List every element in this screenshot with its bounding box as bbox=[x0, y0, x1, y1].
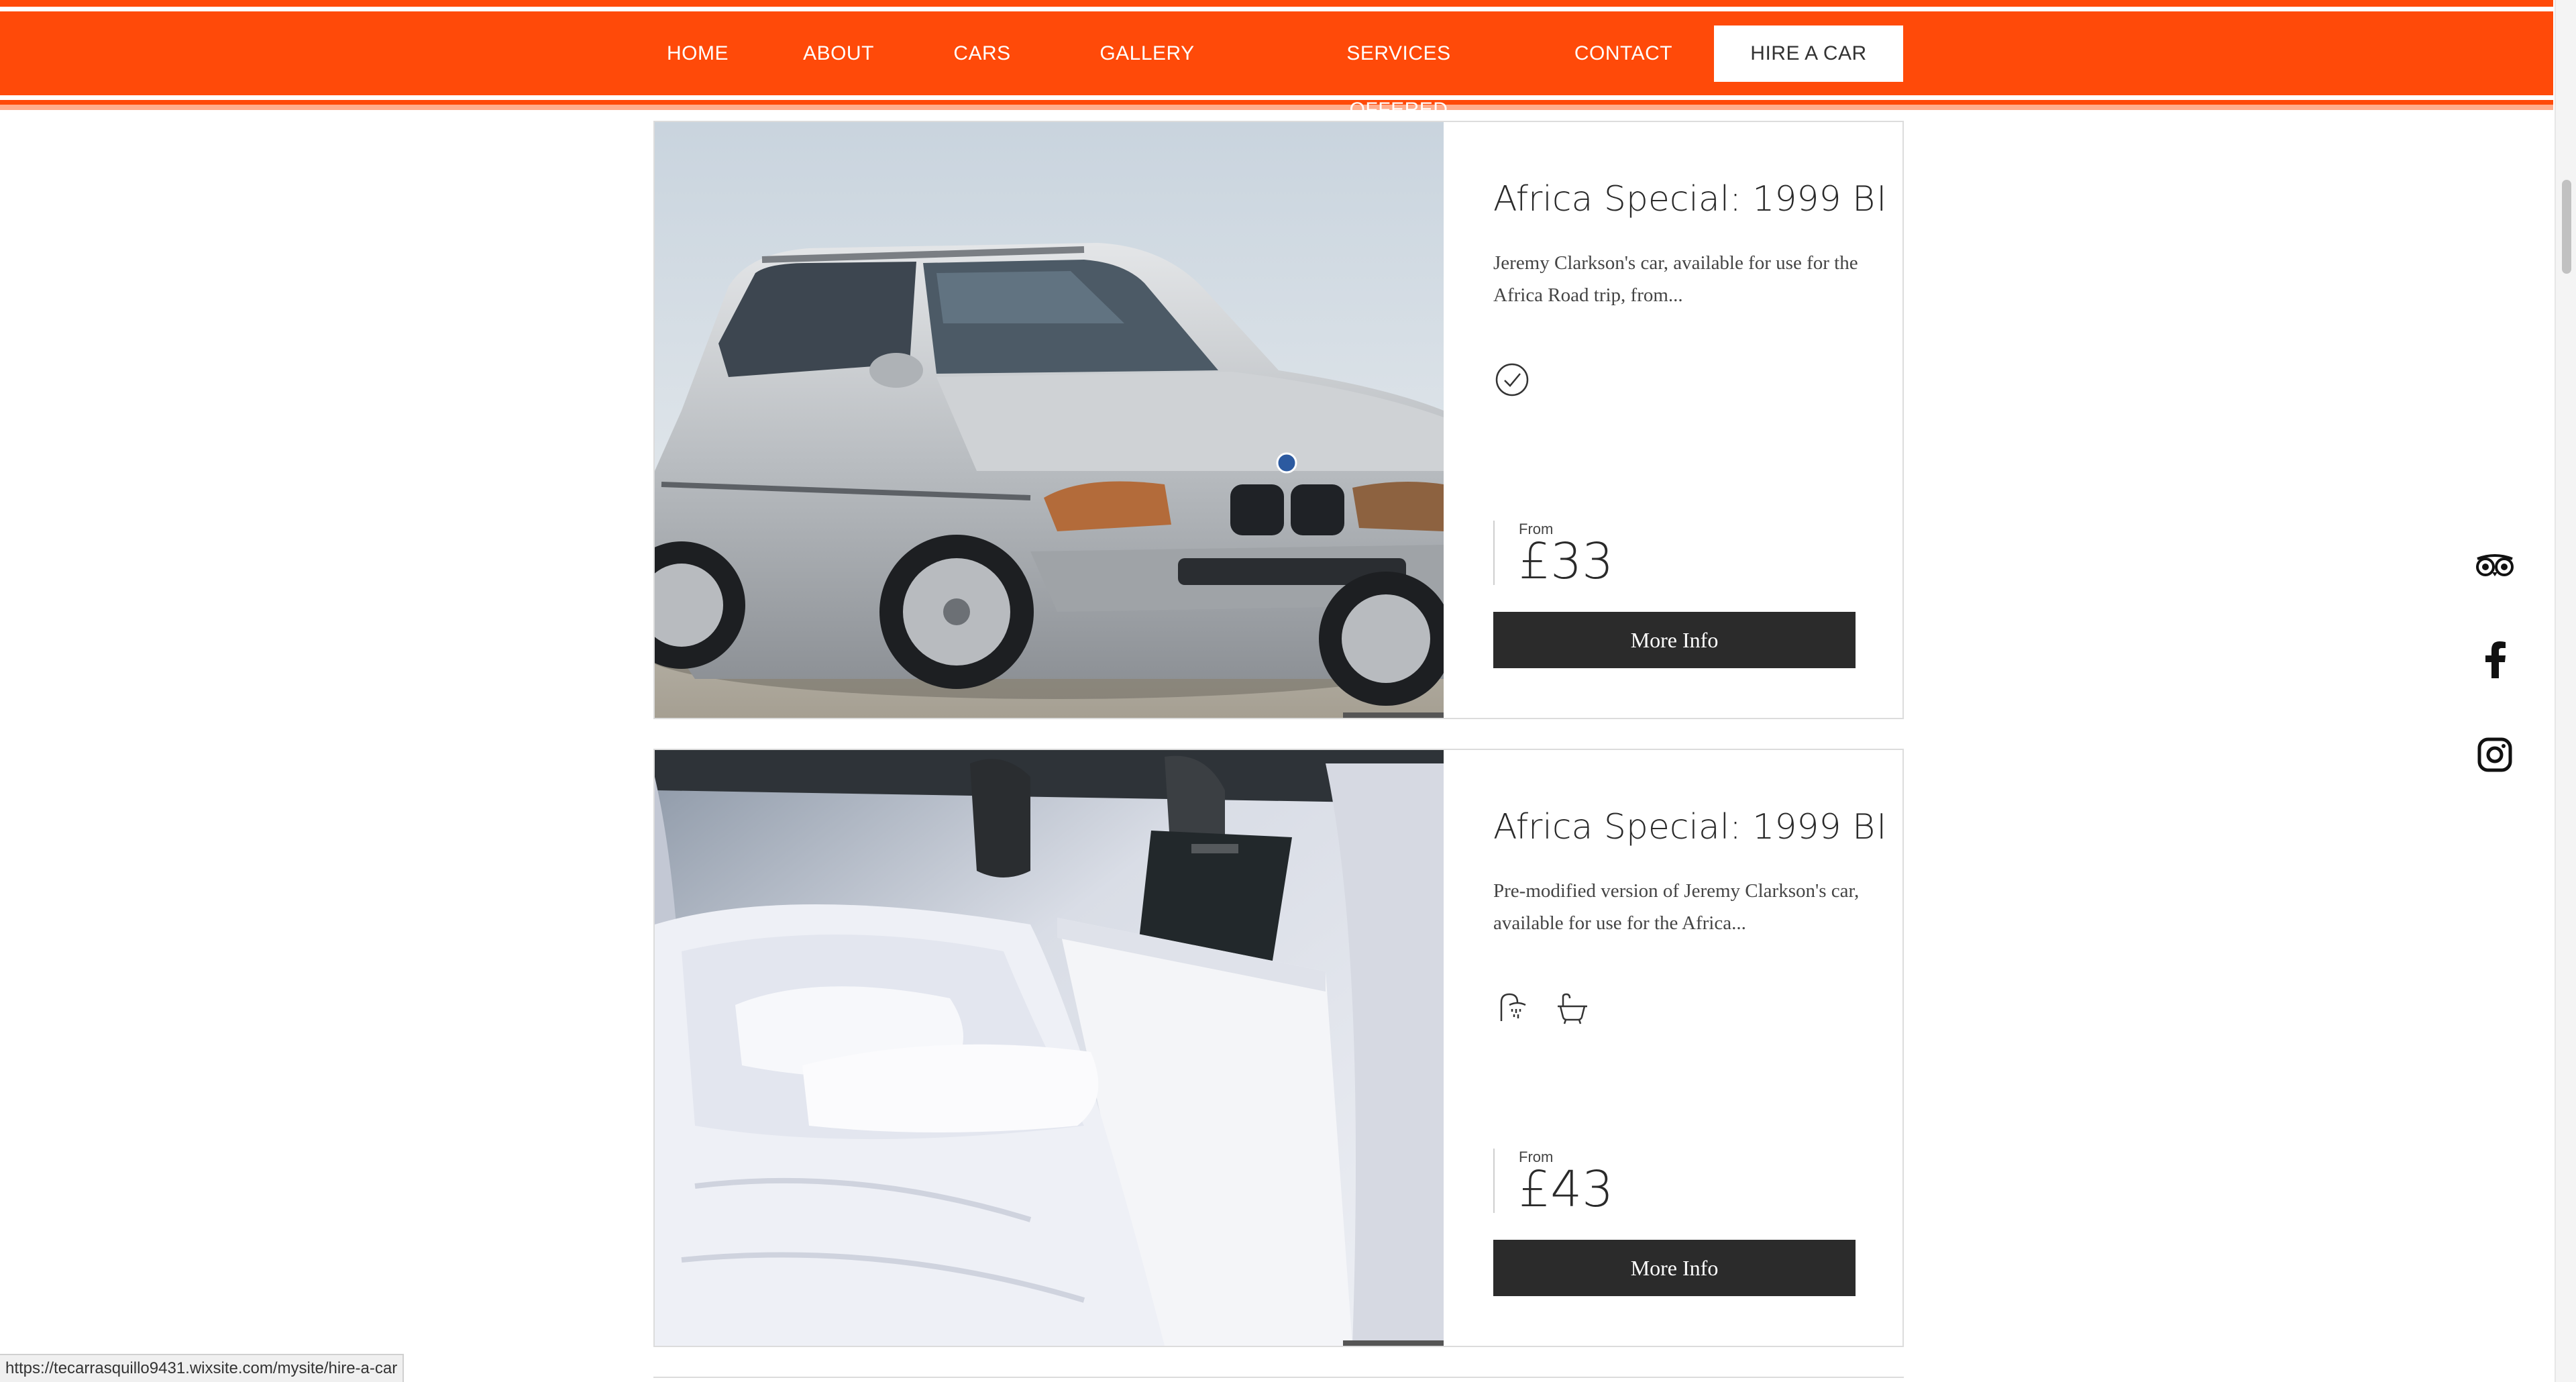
car-card: Africa Special: 1999 BM... Jeremy Clarks… bbox=[653, 121, 1904, 719]
amenity-list bbox=[1493, 361, 1531, 401]
car-card-details: Africa Special: 1999 BM... Pre-modified … bbox=[1444, 750, 1904, 1346]
nav-shadow bbox=[0, 105, 2553, 110]
nav-gallery[interactable]: GALLERY bbox=[1093, 25, 1201, 82]
nav-services-offered[interactable]: SERVICES OFFERED bbox=[1298, 25, 1499, 121]
instagram-icon[interactable] bbox=[2473, 733, 2517, 777]
nav-divider-bottom bbox=[0, 95, 2553, 100]
shower-icon bbox=[1493, 989, 1531, 1026]
nav-about[interactable]: ABOUT bbox=[795, 25, 882, 82]
amenity-list bbox=[1493, 989, 1591, 1029]
car-title[interactable]: Africa Special: 1999 BM... bbox=[1493, 176, 1882, 223]
nav-divider-top bbox=[0, 7, 2553, 11]
car-card: Africa Special: 1999 BM... Pre-modified … bbox=[653, 749, 1904, 1347]
price-value: £33 bbox=[1519, 533, 1614, 590]
price-value: £43 bbox=[1519, 1161, 1614, 1218]
car-image[interactable] bbox=[655, 750, 1444, 1346]
nav-cars[interactable]: CARS bbox=[942, 25, 1022, 82]
more-info-button[interactable]: More Info bbox=[1493, 612, 1856, 668]
car-description: Jeremy Clarkson's car, available for use… bbox=[1493, 252, 1858, 306]
image-carousel-indicator bbox=[1343, 712, 1444, 718]
link-preview-status: https://tecarrasquillo9431.wixsite.com/m… bbox=[0, 1354, 405, 1382]
car-card-details: Africa Special: 1999 BM... Jeremy Clarks… bbox=[1444, 122, 1904, 718]
price-block: From £43 bbox=[1493, 1149, 1614, 1218]
car-image[interactable] bbox=[655, 122, 1444, 718]
site-header: HOME ABOUT CARS GALLERY SERVICES OFFERED… bbox=[0, 0, 2553, 121]
more-info-button[interactable]: More Info bbox=[1493, 1240, 1856, 1296]
car-description: Pre-modified version of Jeremy Clarkson'… bbox=[1493, 880, 1860, 934]
page-scrollbar[interactable] bbox=[2555, 0, 2576, 1382]
main-menu: HOME ABOUT CARS GALLERY SERVICES OFFERED… bbox=[654, 25, 1903, 121]
car-title[interactable]: Africa Special: 1999 BM... bbox=[1493, 804, 1882, 851]
facebook-icon[interactable] bbox=[2473, 637, 2517, 682]
nav-hire-a-car[interactable]: HIRE A CAR bbox=[1714, 25, 1903, 82]
image-carousel-indicator bbox=[1343, 1340, 1444, 1346]
price-block: From £33 bbox=[1493, 521, 1614, 590]
next-car-card-edge bbox=[653, 1377, 1904, 1382]
nav-home[interactable]: HOME bbox=[654, 25, 741, 82]
bathtub-icon bbox=[1554, 989, 1591, 1026]
tripadvisor-icon[interactable] bbox=[2473, 543, 2517, 588]
nav-contact[interactable]: CONTACT bbox=[1566, 25, 1680, 82]
scrollbar-thumb[interactable] bbox=[2562, 180, 2571, 274]
check-circle-icon bbox=[1493, 361, 1531, 398]
